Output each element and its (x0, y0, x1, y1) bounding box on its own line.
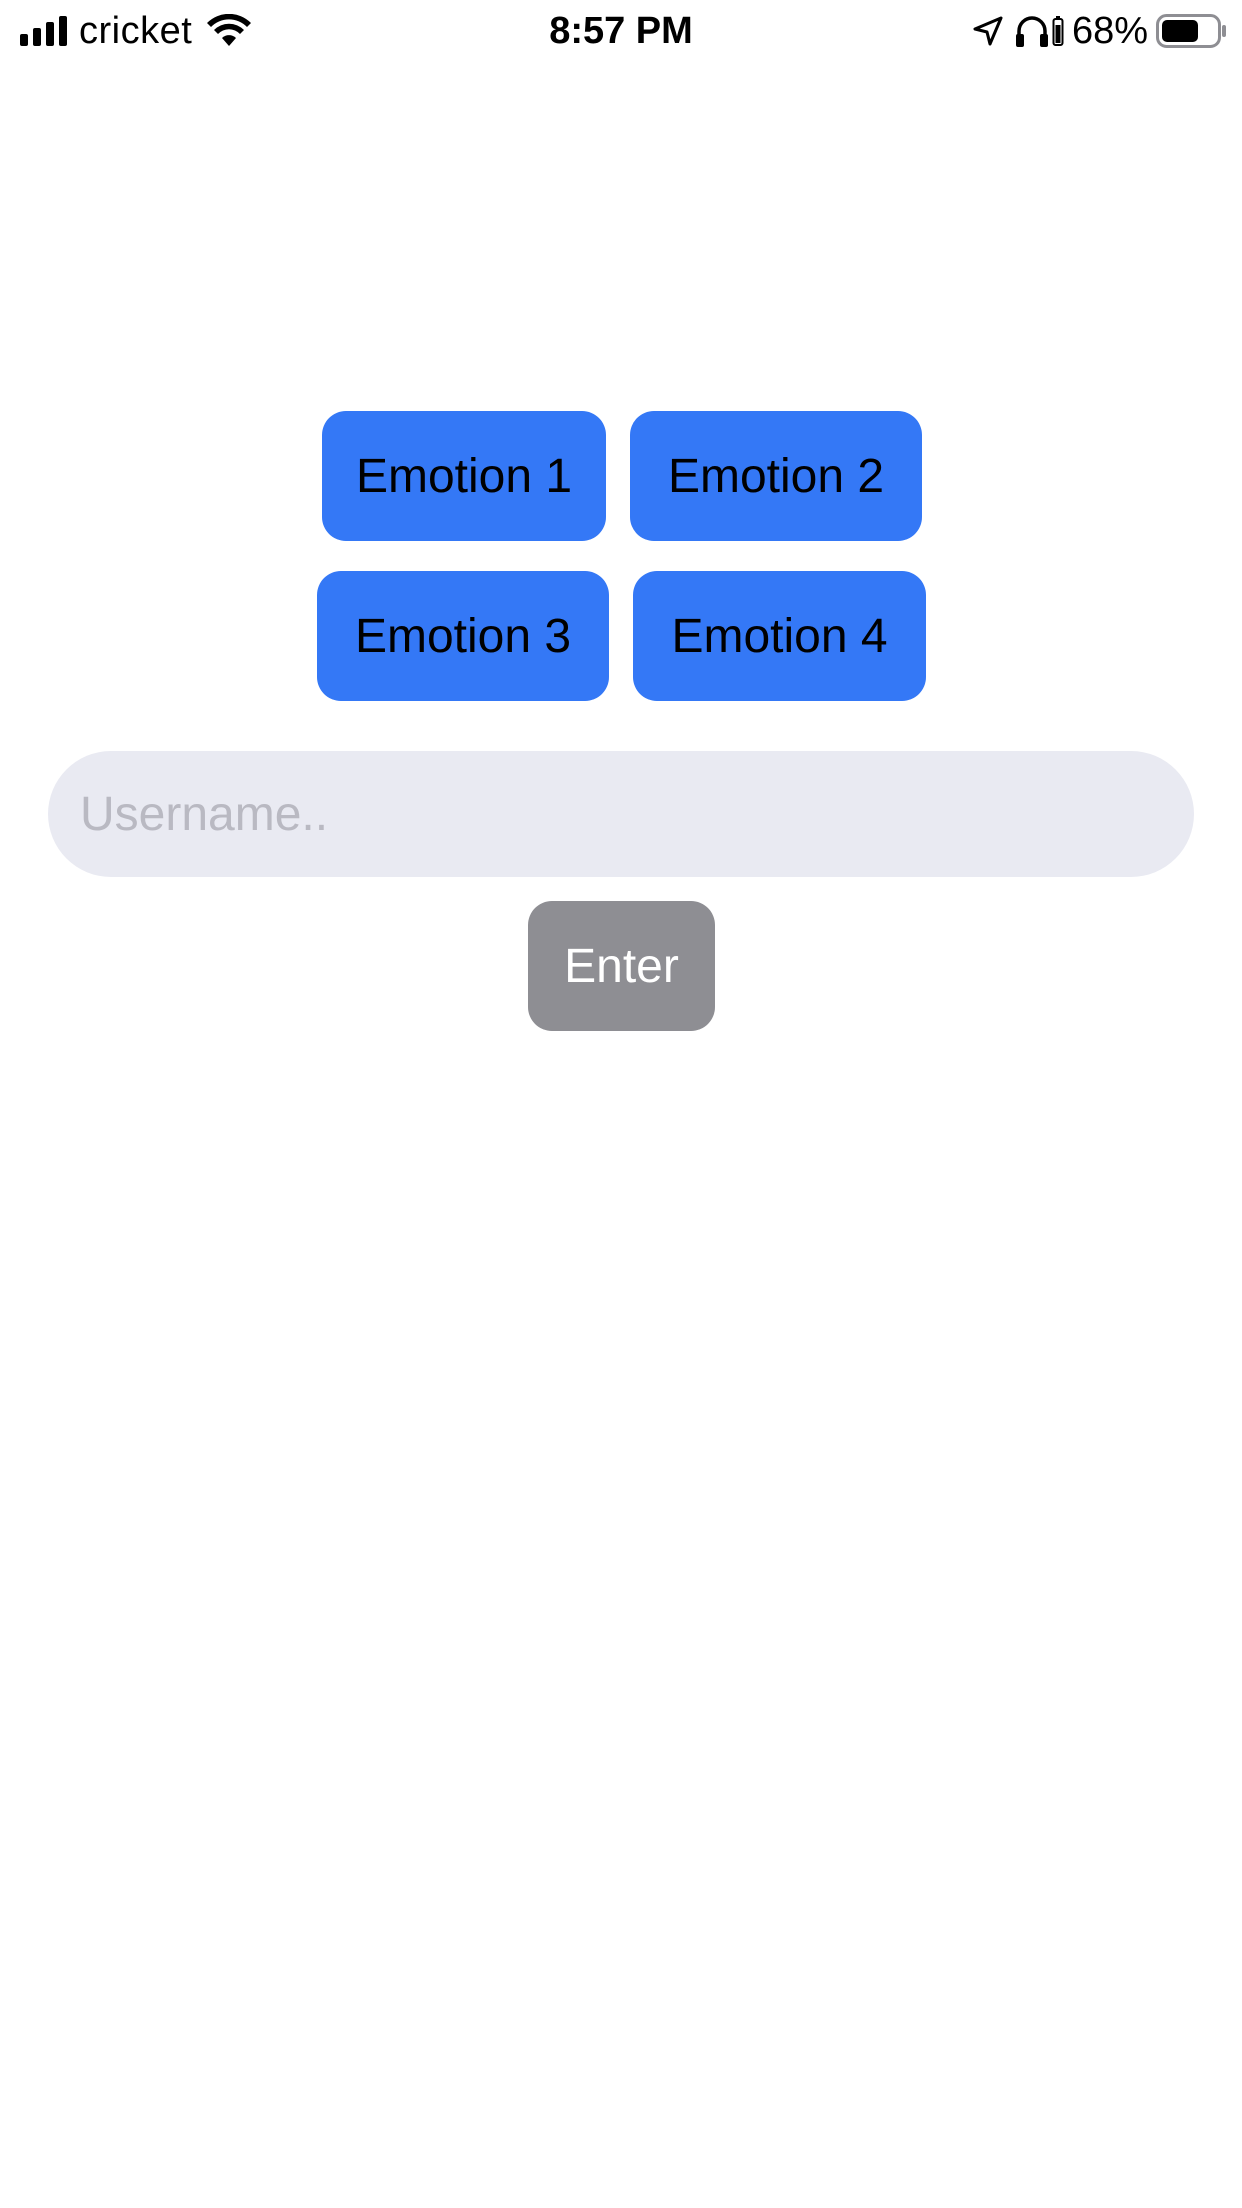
emotion-3-button[interactable]: Emotion 3 (317, 571, 609, 701)
emotion-1-button[interactable]: Emotion 1 (322, 411, 606, 541)
enter-button[interactable]: Enter (528, 901, 715, 1031)
battery-percent: 68% (1071, 9, 1148, 52)
emotion-4-button[interactable]: Emotion 4 (633, 571, 926, 701)
username-input[interactable] (78, 785, 1164, 843)
headphones-battery-icon (1052, 16, 1064, 46)
emotion-2-button[interactable]: Emotion 2 (630, 411, 922, 541)
battery-level-fill (1162, 20, 1198, 42)
headphones-icon (1015, 16, 1048, 47)
battery-icon (1156, 14, 1226, 48)
status-bar-right: 68% (972, 8, 1228, 54)
username-field[interactable] (48, 751, 1194, 877)
status-bar: cricket 8:57 PM 68% (0, 0, 1242, 62)
location-arrow-icon (973, 16, 1003, 46)
